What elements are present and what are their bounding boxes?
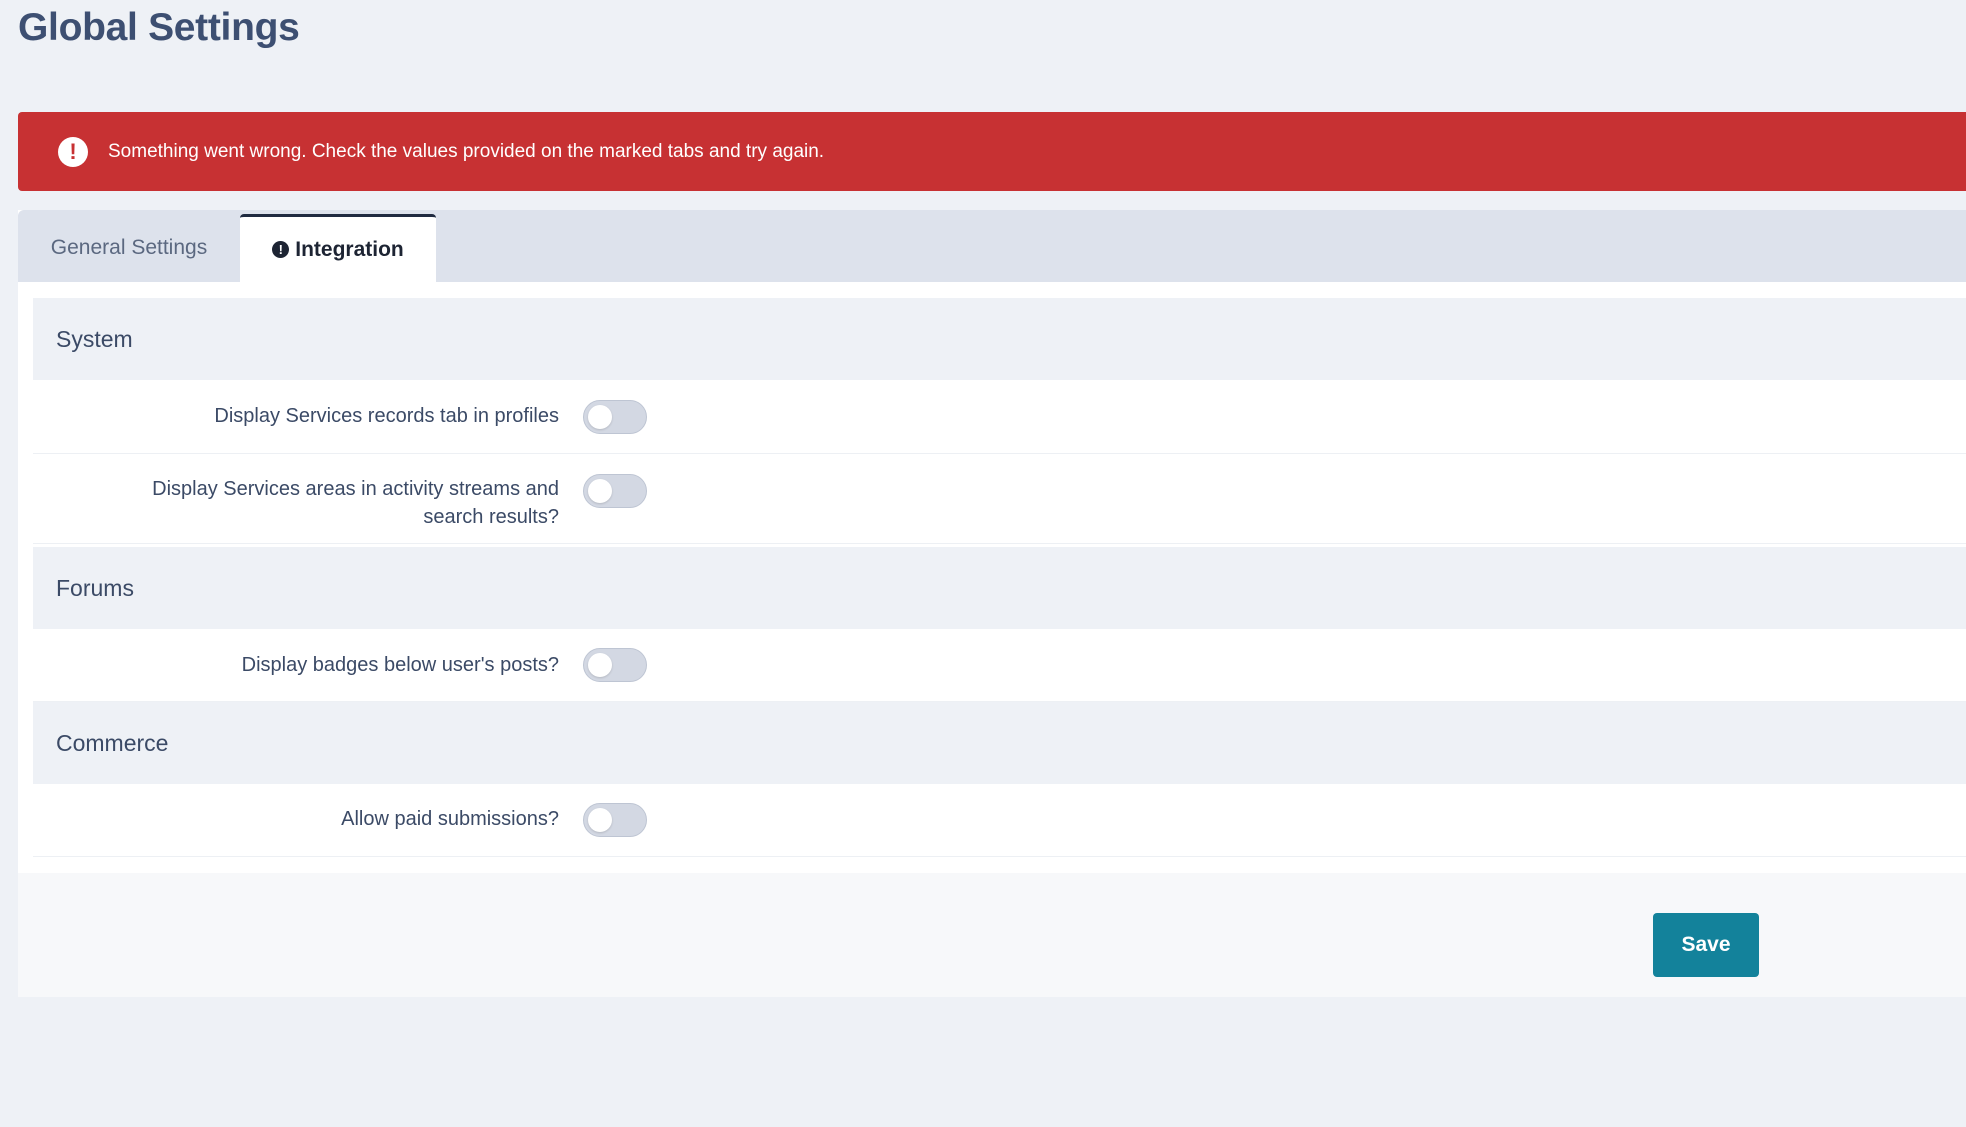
toggle-knob bbox=[588, 479, 612, 503]
save-button[interactable]: Save bbox=[1653, 913, 1759, 977]
section-header-system: System bbox=[33, 298, 1966, 380]
error-message: Something went wrong. Check the values p… bbox=[108, 140, 825, 162]
settings-panel: General Settings ! Integration System Di… bbox=[18, 210, 1966, 997]
tab-label: General Settings bbox=[50, 236, 208, 259]
setting-label-line1: Display Services areas in activity strea… bbox=[152, 478, 559, 500]
toggle-services-records-tab[interactable] bbox=[583, 400, 647, 434]
exclamation-circle-icon: ! bbox=[58, 136, 88, 167]
page-title: Global Settings bbox=[18, 6, 300, 49]
setting-row-services-activity-streams: Display Services areas in activity strea… bbox=[33, 454, 1966, 544]
section-header-forums: Forums bbox=[33, 547, 1966, 629]
setting-label-line2: search results? bbox=[423, 506, 559, 528]
setting-row-badges-below-posts: Display badges below user's posts? bbox=[33, 629, 1966, 702]
tab-label: Integration bbox=[295, 237, 404, 261]
setting-label: Allow paid submissions? bbox=[341, 808, 559, 830]
setting-label: Display Services records tab in profiles bbox=[214, 405, 559, 427]
setting-label: Display Services areas in activity strea… bbox=[79, 475, 559, 531]
section-title: System bbox=[56, 325, 133, 352]
exclamation-circle-icon: ! bbox=[272, 241, 290, 258]
error-banner: ! Something went wrong. Check the values… bbox=[18, 112, 1966, 191]
tab-general-settings[interactable]: General Settings bbox=[18, 214, 240, 282]
form-footer: Save bbox=[18, 873, 1966, 997]
toggle-services-activity-streams[interactable] bbox=[583, 474, 647, 508]
toggle-knob bbox=[588, 653, 612, 677]
setting-row-services-records-tab: Display Services records tab in profiles bbox=[33, 380, 1966, 454]
toggle-knob bbox=[588, 405, 612, 429]
tab-bar: General Settings ! Integration bbox=[18, 210, 1966, 282]
section-header-commerce: Commerce bbox=[33, 702, 1966, 784]
section-title: Commerce bbox=[56, 729, 169, 756]
setting-label: Display badges below user's posts? bbox=[241, 654, 559, 676]
toggle-knob bbox=[588, 808, 612, 832]
toggle-paid-submissions[interactable] bbox=[583, 803, 647, 837]
tab-integration[interactable]: ! Integration bbox=[240, 214, 436, 282]
settings-page: Global Settings ! Something went wrong. … bbox=[0, 0, 1966, 1127]
setting-row-paid-submissions: Allow paid submissions? bbox=[33, 783, 1966, 857]
toggle-badges-below-posts[interactable] bbox=[583, 648, 647, 682]
section-title: Forums bbox=[56, 574, 134, 601]
